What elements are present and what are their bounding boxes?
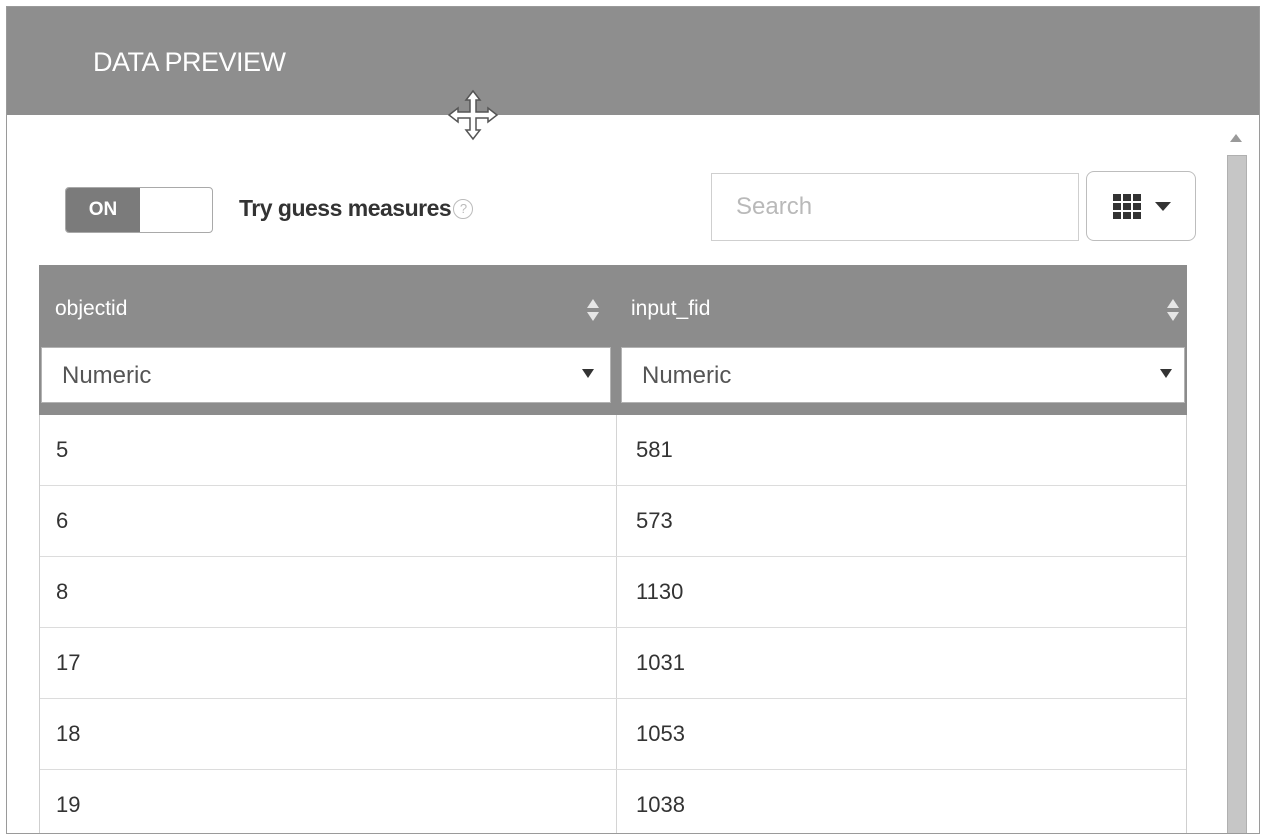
guess-measures-toggle[interactable]: ON (65, 187, 213, 233)
table-cell: 17 (56, 650, 81, 675)
vertical-scrollbar[interactable] (1225, 129, 1249, 833)
data-table: objectid Numeric input_fid Numeric 5 581… (39, 265, 1187, 833)
column-chooser-button[interactable] (1086, 171, 1196, 241)
column-type-value: Numeric (62, 362, 152, 389)
column-header-input-fid[interactable]: input_fid Numeric (615, 265, 1187, 415)
guess-measures-label: Try guess measures? (239, 195, 474, 222)
search-input[interactable] (711, 173, 1079, 241)
table-row: 18 1053 (40, 699, 1186, 770)
table-cell: 6 (56, 508, 69, 533)
column-type-value: Numeric (642, 362, 732, 389)
table-cell: 581 (636, 437, 673, 462)
move-icon[interactable] (447, 89, 499, 141)
table-cell: 5 (56, 437, 69, 462)
panel-header[interactable]: DATA PREVIEW (7, 7, 1259, 115)
chevron-down-icon (1160, 369, 1172, 378)
scroll-up-arrow-icon[interactable] (1229, 133, 1243, 143)
table-body: 5 581 6 573 8 1130 17 1031 18 1053 19 10… (39, 415, 1187, 833)
table-row: 6 573 (40, 486, 1186, 557)
table-header: objectid Numeric input_fid Numeric (39, 265, 1187, 415)
sort-icon[interactable] (1167, 299, 1179, 321)
chevron-down-icon (582, 369, 594, 378)
table-row: 19 1038 (40, 770, 1186, 833)
table-cell: 1031 (636, 650, 685, 675)
data-preview-panel: DATA PREVIEW ON Try guess measures? obje… (6, 6, 1260, 834)
toggle-on-state: ON (66, 188, 140, 232)
column-name: objectid (55, 297, 128, 320)
column-name: input_fid (631, 297, 711, 320)
table-row: 8 1130 (40, 557, 1186, 628)
table-cell: 8 (56, 579, 69, 604)
grid-icon (1113, 194, 1141, 219)
table-cell: 19 (56, 792, 81, 817)
table-cell: 573 (636, 508, 673, 533)
column-header-objectid[interactable]: objectid Numeric (39, 265, 615, 415)
table-cell: 1038 (636, 792, 685, 817)
help-icon[interactable]: ? (453, 199, 474, 219)
column-type-select[interactable]: Numeric (41, 347, 611, 403)
table-cell: 18 (56, 721, 81, 746)
scrollbar-thumb[interactable] (1227, 155, 1247, 833)
table-row: 17 1031 (40, 628, 1186, 699)
sort-icon[interactable] (587, 299, 599, 321)
chevron-down-icon (1155, 202, 1171, 211)
table-cell: 1130 (636, 579, 684, 604)
table-row: 5 581 (40, 415, 1186, 486)
table-cell: 1053 (636, 721, 685, 746)
column-type-select[interactable]: Numeric (621, 347, 1185, 403)
guess-measures-text: Try guess measures (239, 195, 452, 221)
panel-title: DATA PREVIEW (93, 47, 286, 77)
